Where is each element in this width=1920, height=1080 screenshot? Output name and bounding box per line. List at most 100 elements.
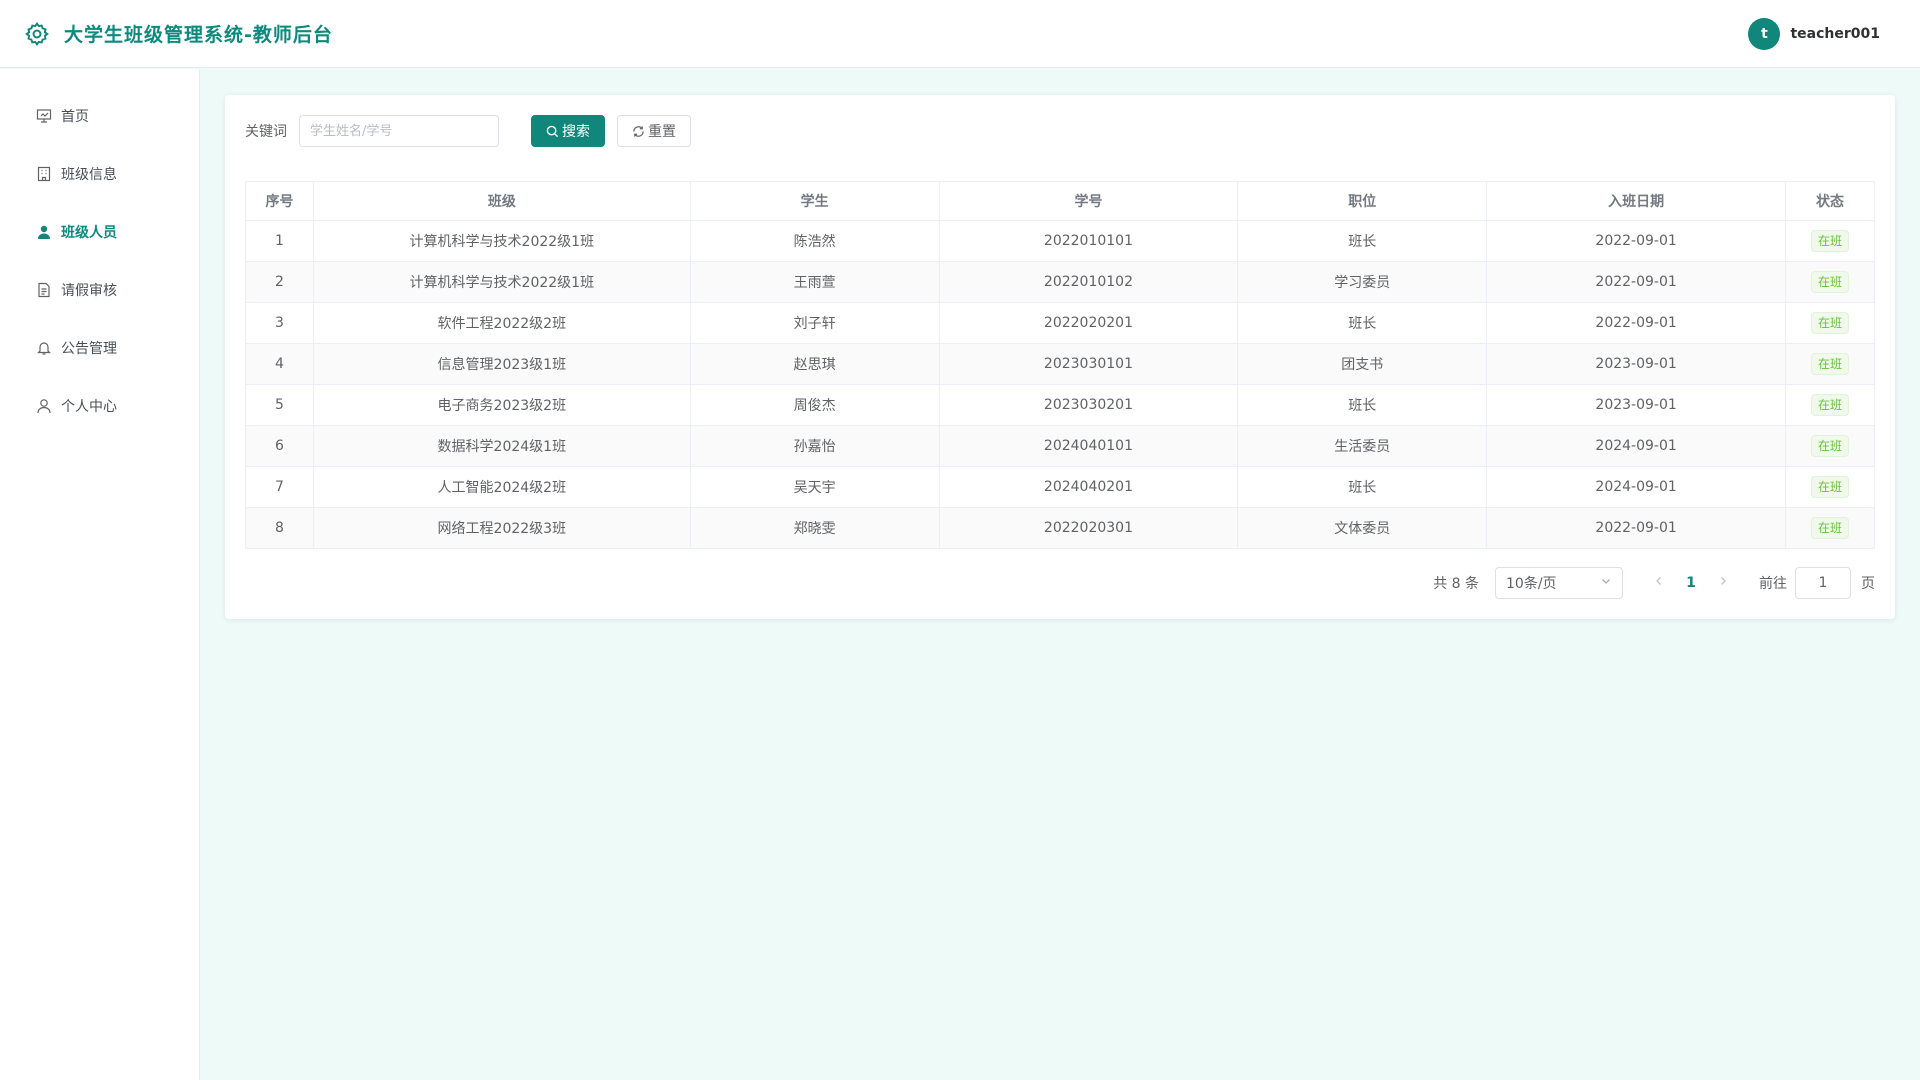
document-icon bbox=[35, 281, 53, 299]
status-badge: 在班 bbox=[1811, 476, 1850, 498]
cell-join-date: 2022-09-01 bbox=[1486, 220, 1787, 262]
cell-index: 1 bbox=[245, 220, 314, 262]
cell-index: 6 bbox=[245, 425, 314, 467]
page-suffix: 页 bbox=[1861, 576, 1875, 592]
username[interactable]: teacher001 bbox=[1790, 26, 1880, 42]
table-row[interactable]: 7 人工智能2024级2班 吴天宇 2024040201 班长 2024-09-… bbox=[245, 466, 1875, 508]
building-icon bbox=[35, 165, 53, 183]
cell-student: 刘子轩 bbox=[689, 302, 940, 344]
chevron-down-icon bbox=[1600, 575, 1612, 591]
cell-student-id: 2022010102 bbox=[938, 261, 1239, 303]
cell-status: 在班 bbox=[1785, 261, 1875, 303]
cell-student-id: 2022020301 bbox=[938, 507, 1239, 549]
status-badge: 在班 bbox=[1811, 394, 1850, 416]
table-row[interactable]: 2 计算机科学与技术2022级1班 王雨萱 2022010102 学习委员 20… bbox=[245, 261, 1875, 303]
table-row[interactable]: 3 软件工程2022级2班 刘子轩 2022020201 班长 2022-09-… bbox=[245, 302, 1875, 344]
cell-join-date: 2023-09-01 bbox=[1486, 384, 1787, 426]
cell-class: 软件工程2022级2班 bbox=[312, 302, 691, 344]
column-header: 班级 bbox=[312, 181, 691, 221]
user-menu[interactable]: t teacher001 bbox=[1748, 17, 1880, 50]
page-size-select[interactable]: 10条/页 bbox=[1495, 567, 1623, 599]
sidebar-item-home[interactable]: 首页 bbox=[0, 87, 199, 145]
column-header: 状态 bbox=[1785, 181, 1875, 221]
sidebar: 首页 班级信息 班级人员 请假审核 公告管理 个人中心 bbox=[0, 69, 200, 1080]
goto-label: 前往 bbox=[1759, 576, 1787, 592]
cell-position: 学习委员 bbox=[1237, 261, 1488, 303]
table-row[interactable]: 4 信息管理2023级1班 赵思琪 2023030101 团支书 2023-09… bbox=[245, 343, 1875, 385]
column-header: 学生 bbox=[689, 181, 940, 221]
user-outline-icon bbox=[35, 397, 53, 415]
reset-button-label: 重置 bbox=[648, 124, 676, 140]
reset-button[interactable]: 重置 bbox=[617, 115, 691, 147]
pagination: 共 8 条 10条/页 1 前往 页 bbox=[1433, 567, 1875, 599]
user-icon bbox=[35, 223, 53, 241]
column-header: 入班日期 bbox=[1486, 181, 1787, 221]
cell-position: 班长 bbox=[1237, 384, 1488, 426]
prev-page-icon[interactable] bbox=[1643, 575, 1675, 591]
cell-student: 王雨萱 bbox=[689, 261, 940, 303]
cell-student-id: 2022020201 bbox=[938, 302, 1239, 344]
search-button[interactable]: 搜索 bbox=[531, 115, 605, 147]
keyword-label: 关键词 bbox=[245, 124, 287, 140]
cell-join-date: 2023-09-01 bbox=[1486, 343, 1787, 385]
cell-class: 计算机科学与技术2022级1班 bbox=[312, 220, 691, 262]
goto-page-input[interactable] bbox=[1795, 567, 1851, 599]
sidebar-item-class-members[interactable]: 班级人员 bbox=[0, 203, 199, 261]
cell-student: 周俊杰 bbox=[689, 384, 940, 426]
cell-index: 5 bbox=[245, 384, 314, 426]
refresh-icon bbox=[632, 125, 645, 138]
sidebar-item-leave-review[interactable]: 请假审核 bbox=[0, 261, 199, 319]
top-header: 大学生班级管理系统-教师后台 t teacher001 bbox=[0, 0, 1920, 68]
status-badge: 在班 bbox=[1811, 312, 1850, 334]
sidebar-item-label: 班级信息 bbox=[61, 167, 117, 183]
gear-icon bbox=[24, 20, 52, 48]
next-page-icon[interactable] bbox=[1707, 575, 1739, 591]
cell-student-id: 2024040101 bbox=[938, 425, 1239, 467]
brand: 大学生班级管理系统-教师后台 bbox=[24, 20, 333, 48]
cell-class: 数据科学2024级1班 bbox=[312, 425, 691, 467]
cell-status: 在班 bbox=[1785, 343, 1875, 385]
cell-position: 文体委员 bbox=[1237, 507, 1488, 549]
cell-position: 生活委员 bbox=[1237, 425, 1488, 467]
cell-join-date: 2022-09-01 bbox=[1486, 302, 1787, 344]
table-row[interactable]: 5 电子商务2023级2班 周俊杰 2023030201 班长 2023-09-… bbox=[245, 384, 1875, 426]
cell-status: 在班 bbox=[1785, 220, 1875, 262]
members-table: 序号 班级 学生 学号 职位 入班日期 状态 1 计算机科学与技术2022级1班… bbox=[245, 181, 1875, 549]
cell-student-id: 2022010101 bbox=[938, 220, 1239, 262]
status-badge: 在班 bbox=[1811, 517, 1850, 539]
cell-position: 班长 bbox=[1237, 220, 1488, 262]
search-button-label: 搜索 bbox=[562, 124, 590, 140]
cell-position: 班长 bbox=[1237, 466, 1488, 508]
presentation-icon bbox=[35, 107, 53, 125]
cell-class: 人工智能2024级2班 bbox=[312, 466, 691, 508]
sidebar-item-profile[interactable]: 个人中心 bbox=[0, 377, 199, 435]
sidebar-item-class-info[interactable]: 班级信息 bbox=[0, 145, 199, 203]
table-row[interactable]: 1 计算机科学与技术2022级1班 陈浩然 2022010101 班长 2022… bbox=[245, 220, 1875, 262]
column-header: 序号 bbox=[245, 181, 314, 221]
cell-student-id: 2024040201 bbox=[938, 466, 1239, 508]
search-input[interactable] bbox=[299, 115, 499, 147]
sidebar-item-label: 公告管理 bbox=[61, 341, 117, 357]
cell-student-id: 2023030101 bbox=[938, 343, 1239, 385]
cell-index: 3 bbox=[245, 302, 314, 344]
table-row[interactable]: 6 数据科学2024级1班 孙嘉怡 2024040101 生活委员 2024-0… bbox=[245, 425, 1875, 467]
cell-student: 吴天宇 bbox=[689, 466, 940, 508]
sidebar-item-announcements[interactable]: 公告管理 bbox=[0, 319, 199, 377]
cell-student-id: 2023030201 bbox=[938, 384, 1239, 426]
cell-join-date: 2022-09-01 bbox=[1486, 507, 1787, 549]
status-badge: 在班 bbox=[1811, 435, 1850, 457]
cell-student: 郑晓雯 bbox=[689, 507, 940, 549]
cell-position: 班长 bbox=[1237, 302, 1488, 344]
cell-class: 信息管理2023级1班 bbox=[312, 343, 691, 385]
cell-join-date: 2022-09-01 bbox=[1486, 261, 1787, 303]
sidebar-item-label: 请假审核 bbox=[61, 283, 117, 299]
cell-join-date: 2024-09-01 bbox=[1486, 425, 1787, 467]
page-number-current[interactable]: 1 bbox=[1675, 575, 1707, 591]
cell-class: 电子商务2023级2班 bbox=[312, 384, 691, 426]
avatar[interactable]: t bbox=[1748, 17, 1781, 50]
sidebar-item-label: 班级人员 bbox=[61, 225, 117, 241]
status-badge: 在班 bbox=[1811, 230, 1850, 252]
cell-index: 8 bbox=[245, 507, 314, 549]
table-row[interactable]: 8 网络工程2022级3班 郑晓雯 2022020301 文体委员 2022-0… bbox=[245, 507, 1875, 549]
table-header-row: 序号 班级 学生 学号 职位 入班日期 状态 bbox=[245, 181, 1875, 221]
